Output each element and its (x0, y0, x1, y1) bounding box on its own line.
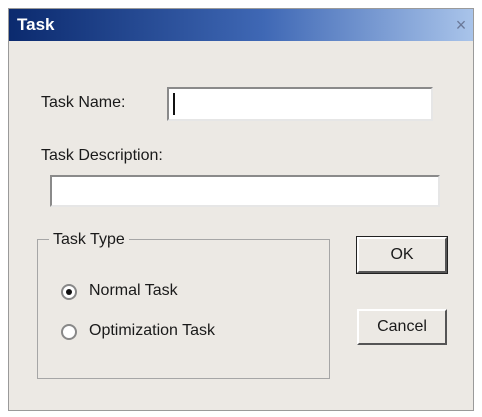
normal-task-radio[interactable] (61, 284, 77, 300)
task-name-input[interactable] (167, 87, 433, 121)
text-caret (173, 93, 175, 115)
ok-button[interactable]: OK (356, 236, 448, 274)
optimization-task-radio[interactable] (61, 324, 77, 340)
window-title: Task (17, 15, 55, 34)
optimization-task-label[interactable]: Optimization Task (89, 322, 215, 340)
task-dialog: Task × Task Name: Task Description: Task… (8, 8, 474, 411)
task-description-label: Task Description: (41, 147, 163, 164)
title-bar: Task × (9, 9, 473, 41)
cancel-button[interactable]: Cancel (357, 309, 447, 345)
task-type-label: Task Type (49, 231, 129, 249)
close-icon[interactable]: × (451, 15, 471, 35)
task-name-label: Task Name: (41, 94, 126, 111)
normal-task-label[interactable]: Normal Task (89, 282, 178, 300)
task-type-group (37, 239, 330, 379)
task-description-input[interactable] (50, 175, 440, 207)
